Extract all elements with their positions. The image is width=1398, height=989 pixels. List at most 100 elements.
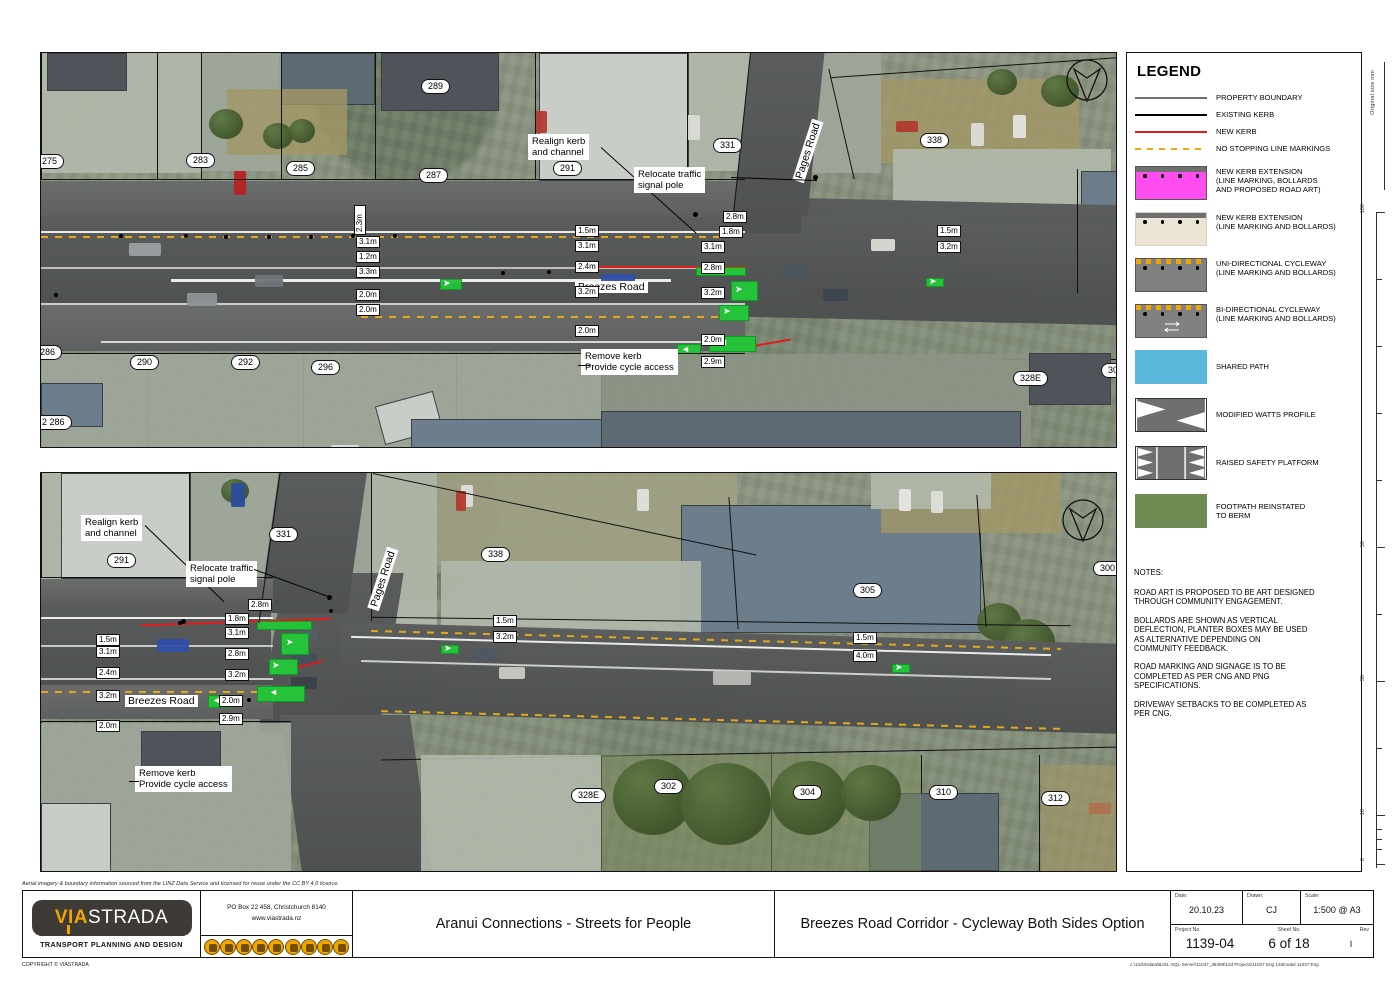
- dimension-label: 3.2m: [701, 287, 725, 299]
- scale-tick-label: 10: [1360, 809, 1366, 815]
- legend-swatch: [1135, 126, 1207, 137]
- leader-line: [129, 781, 139, 782]
- dimension-label: 3.1m: [575, 240, 599, 252]
- dimension-label: 3.2m: [225, 669, 249, 681]
- scale-cell: Scale: 1:500 @ A3: [1301, 891, 1373, 924]
- viastrada-logo: VIASTRADA: [32, 900, 192, 936]
- plan-view-bottom[interactable]: ➤ ➤ ◄ ◄ ➤ ➤: [40, 472, 1117, 872]
- vehicle: [971, 123, 984, 146]
- property-number: 310: [929, 785, 958, 800]
- bollard: [184, 234, 188, 238]
- tree-icon: [301, 939, 317, 955]
- legend-label: NEW KERB: [1216, 126, 1257, 136]
- property-number: 304: [1101, 363, 1117, 378]
- dimension-label: 4.0m: [853, 650, 877, 662]
- drawn-value: CJ: [1247, 905, 1296, 915]
- cycleway-green-fill: [257, 686, 305, 702]
- property-number: 283: [186, 153, 215, 168]
- contact-cell: PO Box 22 458, Christchurch 8140 www.via…: [201, 891, 353, 957]
- legend-swatch: [1135, 166, 1207, 200]
- legend-swatch: [1135, 398, 1207, 432]
- car-icon: [268, 939, 284, 955]
- legend-item-shared-path: SHARED PATH: [1135, 350, 1353, 384]
- building-roof: [47, 53, 127, 91]
- bollard: [119, 234, 123, 238]
- vehicle: [871, 239, 895, 251]
- dimension-label: 3.2m: [493, 631, 517, 643]
- callout-relocate-signal-pole: Relocate traffic signal pole: [186, 561, 257, 587]
- dimension-label: 2.0m: [219, 695, 243, 707]
- vehicle: [456, 491, 466, 511]
- vehicle: [231, 483, 245, 507]
- legend-item-raised-safety-platform: RAISED SAFETY PLATFORM: [1135, 446, 1353, 480]
- legend-item-footpath-reinstated: FOOTPATH REINSTATED TO BERM: [1135, 494, 1353, 528]
- dimension-label: 3.2m: [937, 241, 961, 253]
- scale-tick-label: 30: [1360, 675, 1366, 681]
- accreditation-icons: [201, 935, 352, 957]
- company-website[interactable]: www.viastrada.nz: [252, 915, 302, 922]
- date-value: 20.10.23: [1175, 905, 1238, 915]
- truck-icon: [252, 939, 268, 955]
- drawn-cell: Drawn: CJ: [1243, 891, 1301, 924]
- callout-realign-kerb: Realign kerb and channel: [528, 134, 589, 160]
- legend-label: MODIFIED WATTS PROFILE: [1216, 398, 1316, 419]
- bollard: [329, 609, 333, 613]
- dimension-label: 2.0m: [356, 289, 380, 301]
- raised-platform-icon: [1135, 446, 1207, 480]
- vehicle: [823, 289, 848, 301]
- property-number: 328E: [571, 788, 606, 803]
- dimension-label: 1.5m: [853, 632, 877, 644]
- north-arrow-icon: [1060, 497, 1106, 543]
- cycle-arrow-icon: ➤: [272, 661, 280, 670]
- legend-swatch: [1135, 350, 1207, 384]
- scale-tick-label: 0: [1360, 858, 1366, 861]
- company-address: PO Box 22 458, Christchurch 8140: [227, 904, 326, 911]
- dimension-label: 2.4m: [575, 261, 599, 273]
- legend-label: PROPERTY BOUNDARY: [1216, 92, 1303, 102]
- sheet-title: Breezes Road Corridor - Cycleway Both Si…: [800, 916, 1144, 932]
- legend-label: NO STOPPING LINE MARKINGS: [1216, 143, 1330, 153]
- carpark: [421, 755, 601, 872]
- bicycle-two-way-icon: [1163, 320, 1181, 334]
- tree: [209, 109, 243, 139]
- bollard: [309, 235, 313, 239]
- dimension-label: 1.5m: [96, 634, 120, 646]
- cycle-arrow-icon: ➤: [929, 277, 937, 286]
- vehicle: [234, 171, 246, 195]
- plan-view-top[interactable]: ➤ ➤ ◄ ◄ ➤ ➤: [40, 52, 1117, 448]
- legend-item-new-kerb: NEW KERB: [1135, 126, 1353, 137]
- dimension-label: 2.0m: [575, 325, 599, 337]
- legend-item-uni-directional-cycleway: UNI-DIRECTIONAL CYCLEWAY (LINE MARKING A…: [1135, 258, 1353, 292]
- property-number: 331: [269, 527, 298, 542]
- ground-cover: [1041, 765, 1117, 872]
- tree: [681, 763, 771, 845]
- legend-item-no-stopping: NO STOPPING LINE MARKINGS: [1135, 143, 1353, 154]
- vehicle: [1013, 115, 1026, 138]
- legend-panel: LEGEND PROPERTY BOUNDARY EXISTING KERB N…: [1126, 52, 1362, 872]
- legend-item-existing-kerb: EXISTING KERB: [1135, 109, 1353, 120]
- legend-swatch: [1135, 212, 1207, 246]
- property-boundary: [157, 53, 158, 179]
- bollard: [547, 270, 551, 274]
- tree: [289, 119, 315, 143]
- breezes-road-carriageway: [41, 216, 745, 308]
- note-road-art: ROAD ART IS PROPOSED TO BE ART DESIGNED …: [1134, 588, 1356, 607]
- legend-swatch: [1135, 446, 1207, 480]
- legend-label: FOOTPATH REINSTATED TO BERM: [1216, 494, 1305, 520]
- note-bollards: BOLLARDS ARE SHOWN AS VERTICAL DEFLECTIO…: [1134, 616, 1356, 654]
- dimension-label: 2.9m: [701, 356, 725, 368]
- legend-label: EXISTING KERB: [1216, 109, 1274, 119]
- legend-item-kerb-extension-road-art: NEW KERB EXTENSION (LINE MARKING, BOLLAR…: [1135, 166, 1353, 200]
- dimension-label: 1.8m: [225, 613, 249, 625]
- legend-swatch: [1135, 258, 1207, 292]
- cycleway-green-fill: [257, 621, 312, 630]
- no-stopping-markings: [41, 236, 741, 238]
- dimension-label: 2.8m: [723, 211, 747, 223]
- legend-label: RAISED SAFETY PLATFORM: [1216, 446, 1319, 467]
- property-boundary: [41, 473, 42, 577]
- property-number: 302: [654, 779, 683, 794]
- imagery-disclaimer: Aerial imagery & boundary information so…: [22, 881, 722, 887]
- dimension-label: 3.1m: [701, 241, 725, 253]
- project-no-cell: Project No. 1139-04: [1171, 925, 1249, 958]
- logo-text-via: VIA: [55, 907, 88, 928]
